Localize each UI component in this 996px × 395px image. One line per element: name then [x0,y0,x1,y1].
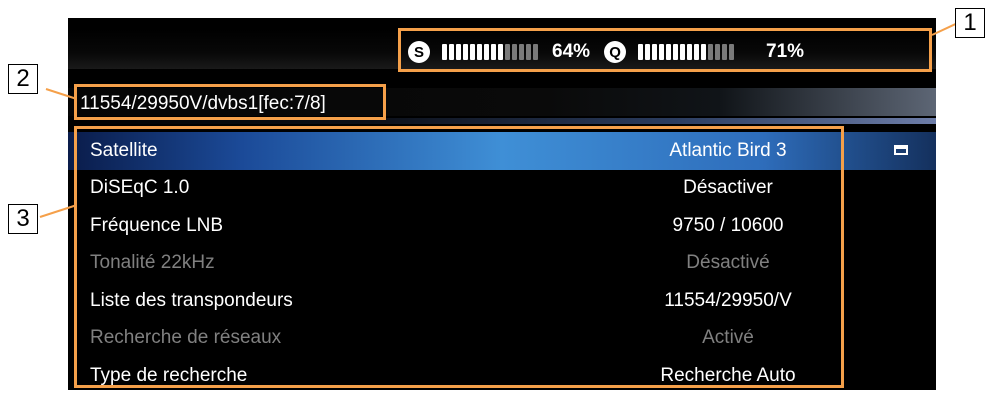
callout-number-1: 1 [955,8,985,38]
callout-box-3 [74,126,844,388]
callout-box-1 [398,28,932,72]
window-icon[interactable] [894,145,908,155]
callout-number-2: 2 [8,64,38,94]
callout-box-2 [74,84,386,120]
callout-number-3: 3 [8,204,38,234]
